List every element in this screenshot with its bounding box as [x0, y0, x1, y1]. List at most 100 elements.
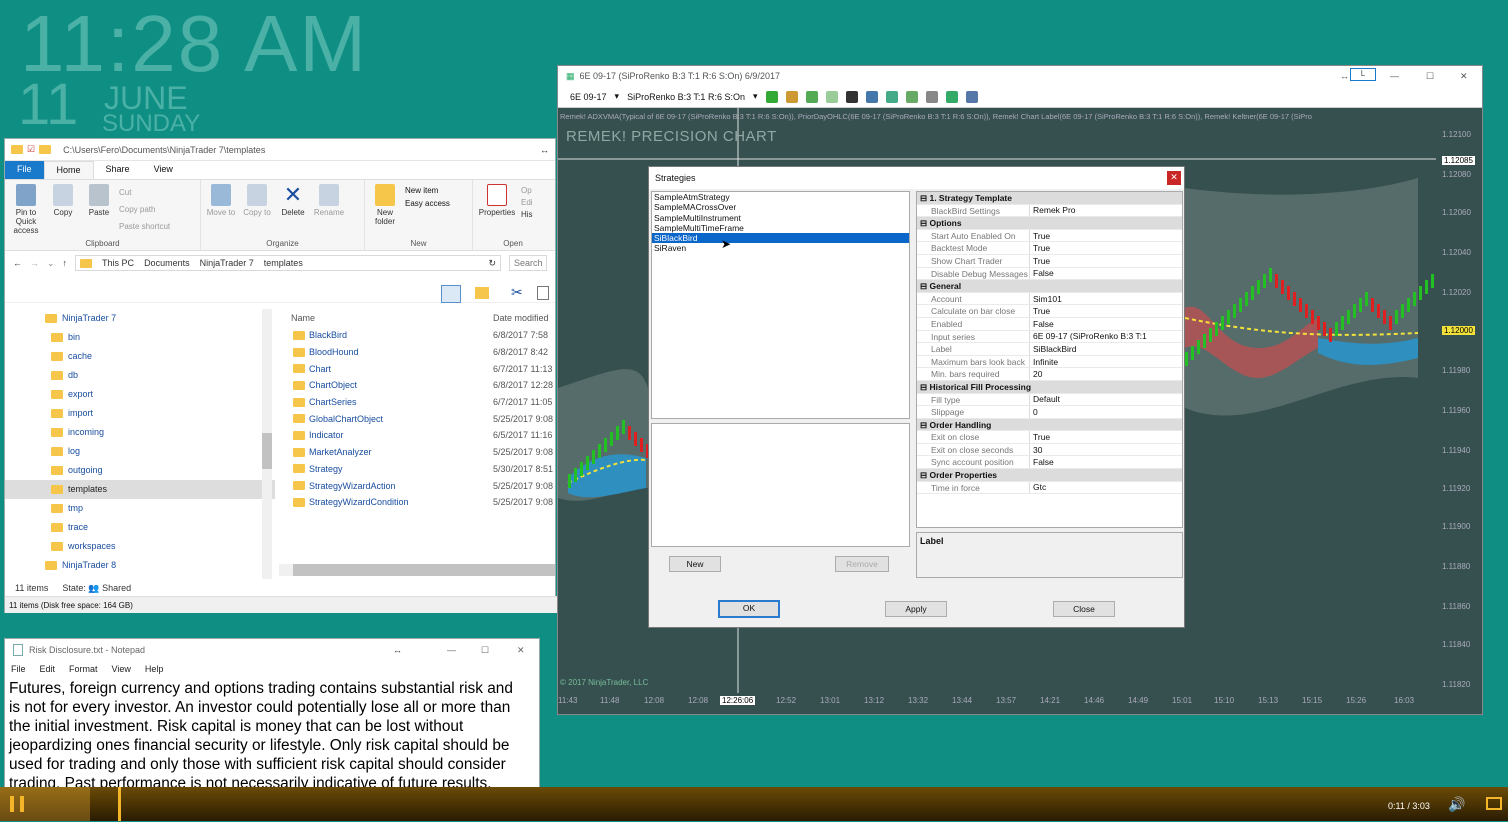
volume-icon[interactable]: 🔊 [1448, 796, 1465, 813]
crosshair-icon[interactable] [845, 90, 858, 103]
property-value[interactable]: True [1030, 230, 1050, 242]
property-row[interactable]: Fill type Default [917, 393, 1182, 407]
property-category[interactable]: ⊟ Options [917, 217, 1182, 230]
property-value[interactable]: Default [1030, 393, 1060, 405]
tree-item[interactable]: NinjaTrader 7 [5, 309, 275, 328]
strategies-icon[interactable] [925, 90, 938, 103]
property-category[interactable]: ⊟ Historical Fill Processing [917, 380, 1182, 394]
property-value[interactable]: 6E 09-17 (SiProRenko B:3 T:1 [1030, 330, 1147, 342]
easy-access-button[interactable]: Easy access [405, 199, 450, 208]
file-row[interactable]: ChartObject 6/8/2017 12:28 [289, 377, 557, 394]
column-date[interactable]: Date modified [493, 309, 549, 327]
tree-item[interactable]: workspaces [5, 537, 275, 556]
l-button[interactable]: L [1350, 68, 1376, 81]
file-row[interactable]: MarketAnalyzer 5/25/2017 9:08 [289, 444, 557, 461]
property-row[interactable]: Backtest Mode True [917, 242, 1182, 255]
menu-help[interactable]: Help [145, 664, 164, 674]
apply-button[interactable]: Apply [885, 601, 947, 617]
new-button[interactable]: New [669, 556, 721, 572]
property-category[interactable]: ⊟ Order Properties [917, 469, 1182, 482]
property-row[interactable]: Enabled False [917, 317, 1182, 331]
tree-item[interactable]: log [5, 442, 275, 461]
tree-item[interactable]: NinjaTrader 8 [5, 556, 275, 575]
remove-button[interactable]: Remove [835, 556, 889, 572]
property-category[interactable]: ⊟ Order Handling [917, 418, 1182, 432]
property-value[interactable]: True [1030, 242, 1050, 254]
copy-icon[interactable] [537, 286, 549, 300]
checklist-icon[interactable]: ☑ [27, 144, 35, 155]
file-row[interactable]: BloodHound 6/8/2017 8:42 [289, 344, 557, 361]
tree-scrollbar[interactable] [262, 309, 272, 579]
chart-trader-icon[interactable] [965, 90, 978, 103]
property-value[interactable]: False [1030, 318, 1054, 330]
property-row[interactable]: Account Sim101 [917, 292, 1182, 306]
property-value[interactable]: Remek Pro [1030, 204, 1076, 216]
close-icon[interactable]: ✕ [1167, 171, 1181, 185]
tab-share[interactable]: Share [94, 161, 142, 179]
fullscreen-icon[interactable] [1486, 797, 1502, 810]
list-item[interactable]: SampleMultiInstrument [652, 213, 909, 223]
menu-edit[interactable]: Edit [40, 664, 56, 674]
menu-format[interactable]: Format [69, 664, 98, 674]
tree-item[interactable]: db [5, 366, 275, 385]
property-value[interactable]: False [1030, 267, 1054, 279]
close-icon[interactable]: ✕ [517, 645, 525, 656]
resize-icon[interactable]: ↔ [540, 145, 549, 155]
marker-icon[interactable] [825, 90, 838, 103]
pause-icon[interactable] [10, 796, 24, 812]
close-icon[interactable]: ✕ [1460, 71, 1468, 82]
pencil-icon[interactable] [805, 90, 818, 103]
list-item[interactable]: SampleMACrossOver [652, 202, 909, 212]
paste-shortcut-button[interactable]: Paste shortcut [119, 218, 170, 235]
scroll-thumb[interactable] [293, 564, 555, 576]
tree-item[interactable]: incoming [5, 423, 275, 442]
data-box-icon[interactable] [945, 90, 958, 103]
property-value[interactable]: True [1030, 305, 1050, 317]
list-item[interactable]: SampleMultiTimeFrame [652, 223, 909, 233]
property-value[interactable]: True [1030, 255, 1050, 267]
address-bar[interactable]: This PC Documents NinjaTrader 7 template… [75, 255, 501, 271]
chevron-down-icon[interactable]: ▾ [753, 91, 758, 102]
property-value[interactable]: 20 [1030, 368, 1042, 380]
forward-arrow-icon[interactable]: → [30, 258, 39, 268]
instrument-selector[interactable]: 6E 09-17 [570, 92, 607, 102]
file-row[interactable]: GlobalChartObject 5/25/2017 9:08 [289, 410, 557, 427]
tree-item[interactable]: outgoing [5, 461, 275, 480]
list-item[interactable]: SiRaven [652, 243, 909, 253]
time-axis[interactable]: 11:43 11:48 12:08 12:08 12:26:06 12:52 13:01 13… [558, 693, 1436, 707]
property-category[interactable]: ⊟ 1. Strategy Template [917, 192, 1182, 205]
history-button[interactable]: His [521, 210, 533, 219]
breadcrumb-ninjatrader7[interactable]: NinjaTrader 7 [200, 258, 254, 268]
property-row[interactable]: Exit on close True [917, 431, 1182, 444]
scroll-thumb[interactable] [262, 433, 272, 469]
column-name[interactable]: Name [289, 309, 493, 327]
resize-icon[interactable]: ↔ [393, 645, 402, 655]
file-row[interactable]: ChartSeries 6/7/2017 11:05 [289, 394, 557, 411]
property-row[interactable]: BlackBird Settings Remek Pro [917, 204, 1182, 218]
tab-file[interactable]: File [5, 161, 44, 179]
property-category[interactable]: ⊟ General [917, 280, 1182, 293]
chevron-down-icon[interactable]: ▾ [615, 91, 620, 102]
property-row[interactable]: Slippage 0 [917, 406, 1182, 419]
chevron-down-icon[interactable]: ⌄ [47, 258, 55, 269]
property-row[interactable]: Sync account position False [917, 456, 1182, 470]
property-value[interactable]: Infinite [1030, 356, 1058, 368]
list-item-selected[interactable]: SiBlackBird [652, 233, 909, 244]
resize-icon[interactable]: ↔ [1340, 71, 1349, 81]
indicators-icon[interactable] [905, 90, 918, 103]
breadcrumb-this-pc[interactable]: This PC [102, 258, 134, 268]
property-row[interactable]: Maximum bars look back Infinite [917, 355, 1182, 369]
menu-file[interactable]: File [11, 664, 26, 674]
tree-item[interactable]: bin [5, 328, 275, 347]
open-button[interactable]: Op [521, 186, 533, 195]
property-row[interactable]: Label SiBlackBird [917, 343, 1182, 356]
new-item-button[interactable]: New item [405, 186, 450, 195]
bar-type-icon[interactable] [765, 90, 778, 103]
minimize-icon[interactable]: — [447, 645, 456, 655]
property-value[interactable]: True [1030, 431, 1050, 443]
file-row[interactable]: Indicator 6/5/2017 11:16 [289, 427, 557, 444]
tree-item[interactable]: trace [5, 518, 275, 537]
zoom-icon[interactable] [865, 90, 878, 103]
cut-button[interactable]: Cut [119, 184, 170, 201]
search-input[interactable]: Search [509, 255, 547, 271]
